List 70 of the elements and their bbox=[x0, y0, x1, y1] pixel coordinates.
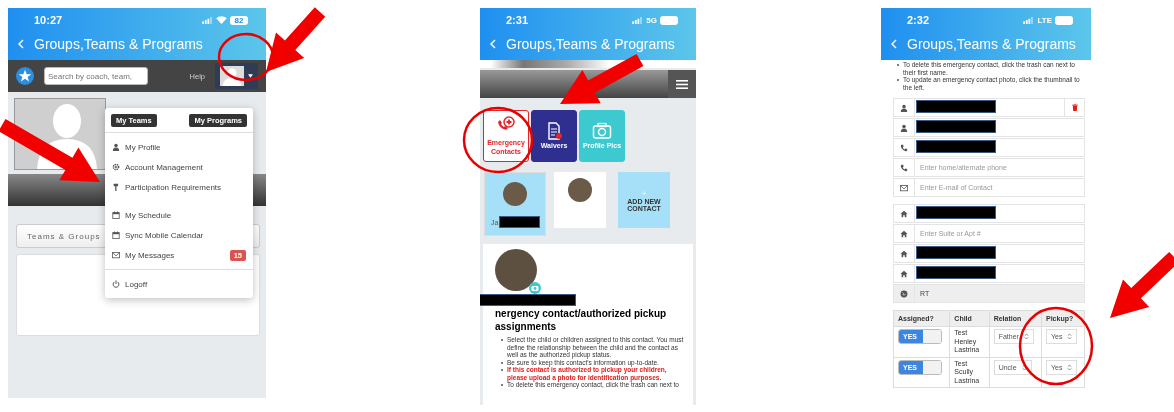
person-icon bbox=[112, 143, 120, 151]
chevron-icon bbox=[1021, 363, 1027, 371]
screen-title: Groups,Teams & Programs bbox=[907, 36, 1076, 52]
signal-icon bbox=[632, 16, 644, 24]
house-icon bbox=[900, 249, 908, 258]
wifi-icon bbox=[216, 16, 227, 24]
redaction-bar bbox=[499, 216, 540, 228]
input-field[interactable] bbox=[893, 98, 1085, 117]
annotation-circle bbox=[462, 106, 534, 174]
battery-icon bbox=[1055, 15, 1073, 25]
battery-icon bbox=[660, 15, 678, 25]
screen-title: Groups,Teams & Programs bbox=[506, 36, 675, 52]
house-icon bbox=[900, 229, 908, 238]
camera-icon bbox=[529, 282, 541, 294]
phone-icon bbox=[900, 143, 908, 152]
menu-button[interactable] bbox=[668, 70, 696, 98]
network-label: LTE bbox=[1037, 15, 1052, 25]
menu-item[interactable]: Participation Requirements bbox=[105, 177, 253, 197]
battery-percent: 82 bbox=[234, 15, 244, 25]
status-time: 2:31 bbox=[506, 14, 529, 26]
person-icon bbox=[900, 103, 908, 112]
menu-item[interactable]: Sync Mobile Calendar bbox=[105, 225, 253, 245]
house-icon bbox=[900, 269, 908, 278]
input-field[interactable] bbox=[893, 264, 1085, 283]
annotation-arrow bbox=[266, 7, 326, 72]
menu-item[interactable]: My Schedule bbox=[105, 205, 253, 225]
photo-placeholder bbox=[495, 249, 537, 291]
star-logo-icon bbox=[16, 67, 34, 85]
caret-icon bbox=[248, 74, 253, 78]
envelope-icon bbox=[900, 183, 908, 192]
input-field[interactable] bbox=[893, 118, 1085, 137]
envelope-icon bbox=[112, 251, 120, 259]
back-icon bbox=[490, 39, 496, 49]
phone-icon bbox=[900, 163, 908, 172]
annotation-arrow bbox=[1110, 251, 1174, 318]
globe-icon bbox=[900, 289, 908, 298]
section-heading: nergency contact/authorized pickup assignments bbox=[495, 307, 668, 333]
network-label: 5G bbox=[646, 15, 657, 25]
input-field[interactable] bbox=[893, 244, 1085, 263]
gear-icon bbox=[112, 163, 120, 171]
menu-item[interactable]: My Profile bbox=[105, 137, 253, 157]
search-field[interactable]: Search by coach, team, bbox=[44, 67, 148, 85]
calendar-icon bbox=[112, 211, 120, 219]
flag-icon bbox=[112, 183, 120, 191]
back-icon bbox=[18, 39, 24, 49]
house-icon bbox=[900, 209, 908, 218]
input-field[interactable] bbox=[893, 204, 1085, 223]
photo-placeholder bbox=[568, 178, 592, 202]
menu-item[interactable]: Logoff bbox=[105, 274, 253, 294]
back-icon bbox=[891, 39, 897, 49]
annotation-circle bbox=[217, 32, 275, 82]
signal-icon bbox=[1023, 16, 1035, 24]
input-field[interactable] bbox=[893, 138, 1085, 157]
power-icon bbox=[112, 280, 120, 288]
calendar-icon bbox=[112, 231, 120, 239]
hamburger-icon bbox=[676, 79, 688, 89]
trash-icon bbox=[1070, 103, 1079, 112]
profile-menu-button[interactable] bbox=[215, 63, 258, 89]
person-icon bbox=[900, 123, 908, 132]
status-time: 10:27 bbox=[34, 14, 63, 26]
chevron-icon bbox=[1023, 333, 1029, 340]
chevron-icon bbox=[1067, 333, 1073, 340]
status-time: 2:32 bbox=[907, 14, 930, 26]
chevron-icon bbox=[1067, 363, 1073, 371]
photo-placeholder bbox=[503, 182, 527, 206]
signal-icon bbox=[202, 16, 213, 24]
camera-icon bbox=[592, 121, 612, 140]
contact-card[interactable] bbox=[554, 172, 606, 228]
screen-title: Groups,Teams & Programs bbox=[34, 36, 203, 52]
menu-item[interactable]: Account Management bbox=[105, 157, 253, 177]
